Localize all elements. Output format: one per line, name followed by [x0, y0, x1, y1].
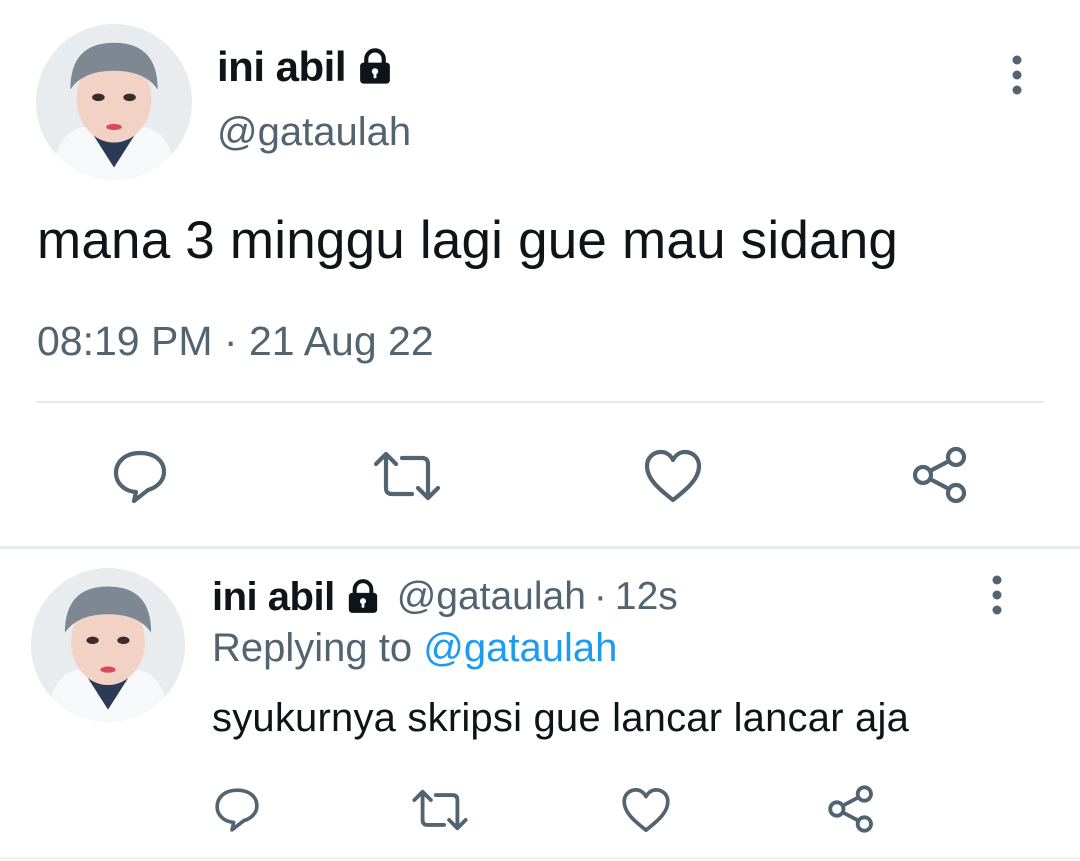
tweet-text: syukurnya skripsi gue lancar lancar aja — [212, 696, 910, 740]
avatar[interactable] — [31, 568, 185, 722]
tweet-time: 08:19 PM — [37, 318, 213, 364]
display-name-text[interactable]: ini abil — [212, 575, 335, 620]
divider — [36, 401, 1044, 403]
replying-prefix: Replying to — [212, 626, 413, 670]
more-vertical-icon[interactable] — [995, 52, 1039, 100]
lock-icon — [354, 46, 396, 88]
tweet-timestamp[interactable]: 08:19 PM · 21 Aug 22 — [37, 318, 434, 365]
heart-icon[interactable] — [642, 448, 704, 504]
reply-header: ini abil @gataulah · 12s — [212, 572, 678, 622]
share-icon[interactable] — [910, 445, 970, 505]
lock-icon — [343, 577, 383, 617]
handle[interactable]: @gataulah — [397, 575, 586, 619]
divider — [0, 857, 1080, 859]
display-name[interactable]: ini abil — [217, 40, 396, 94]
meta-separator: · — [223, 318, 238, 364]
avatar[interactable] — [36, 24, 192, 180]
share-icon[interactable] — [826, 784, 876, 834]
heart-icon[interactable] — [620, 786, 672, 834]
handle[interactable]: @gataulah — [217, 110, 411, 155]
divider — [0, 546, 1080, 549]
more-vertical-icon[interactable] — [975, 572, 1019, 620]
time-ago[interactable]: 12s — [615, 575, 678, 619]
retweet-icon[interactable] — [372, 450, 442, 502]
display-name-text: ini abil — [217, 43, 347, 90]
replying-to: Replying to @gataulah — [212, 626, 617, 671]
reply-icon[interactable] — [110, 448, 170, 506]
tweet-text: mana 3 minggu lagi gue mau sidang — [37, 211, 899, 270]
avatar-photo — [31, 568, 185, 722]
tweet-date: 21 Aug 22 — [248, 318, 434, 364]
meta-separator: · — [593, 575, 607, 618]
retweet-icon[interactable] — [411, 788, 469, 832]
avatar-photo — [36, 24, 192, 180]
reply-icon[interactable] — [212, 786, 262, 834]
mention-link[interactable]: @gataulah — [423, 626, 617, 670]
